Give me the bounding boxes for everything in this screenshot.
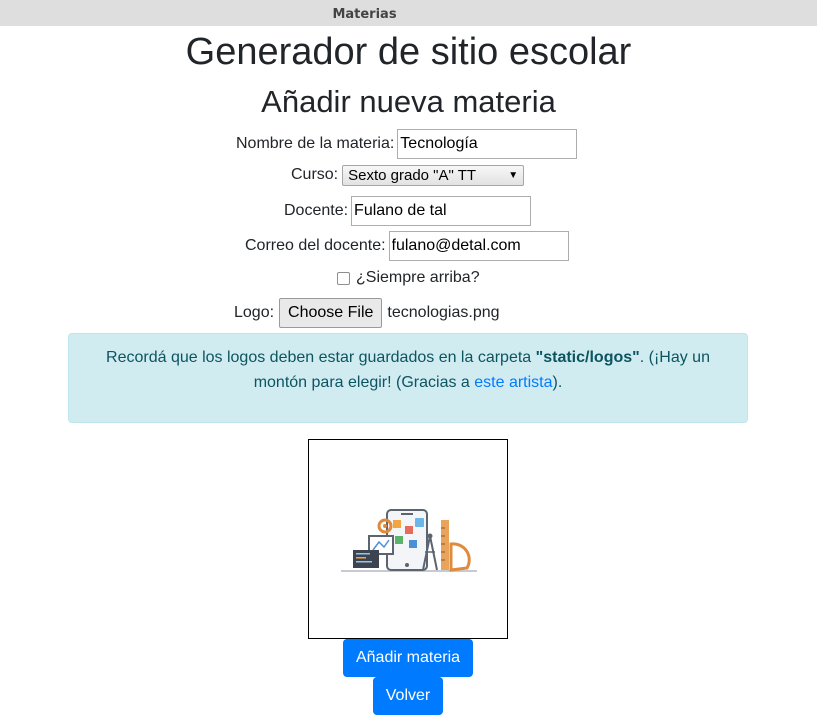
docente-label: Docente: [284,202,349,219]
page-title: Añadir nueva materia [261,84,556,119]
alert-folder-name: "static/logos" [535,349,640,366]
selected-file-name: tecnologias.png [387,304,500,321]
logo-label: Logo: [234,304,275,321]
logo-row: Logo: Choose File tecnologias.png [234,298,500,328]
siempre-arriba-label[interactable]: ¿Siempre arriba? [356,269,480,287]
siempre-arriba-checkbox[interactable] [337,271,350,285]
alert-text-before: Recordá que los logos deben estar guarda… [106,349,536,366]
alert-text-after: ). [552,374,563,391]
docente-input[interactable] [351,196,532,226]
correo-row: Correo del docente: [245,231,569,261]
nombre-label: Nombre de la materia: [236,135,395,152]
docente-row: Docente: [284,196,532,226]
curso-row: Curso: Sexto grado "A" TT ▼ [291,160,525,190]
add-subject-button[interactable]: Añadir materia [343,639,473,677]
correo-input[interactable] [388,231,569,261]
nombre-row: Nombre de la materia: [236,129,578,159]
logo-preview [308,439,508,639]
back-button[interactable]: Volver [373,677,443,715]
nombre-input[interactable] [397,129,578,159]
siempre-arriba-row: ¿Siempre arriba? [337,263,480,293]
choose-file-button[interactable]: Choose File [279,298,383,328]
dropdown-arrow-icon: ▼ [508,169,519,181]
artist-link[interactable]: este artista [474,374,552,391]
logos-info-alert: Recordá que los logos deben estar guarda… [68,333,748,423]
curso-label: Curso: [291,166,339,183]
curso-select[interactable]: Sexto grado "A" TT ▼ [342,164,525,186]
tab-title[interactable]: Materias [332,7,396,22]
tab-bar: Materias [0,0,817,26]
technology-illustration-icon [341,509,477,572]
curso-selected-value: Sexto grado "A" TT [348,166,477,184]
correo-label: Correo del docente: [245,237,386,254]
site-title: Generador de sitio escolar [185,31,632,73]
